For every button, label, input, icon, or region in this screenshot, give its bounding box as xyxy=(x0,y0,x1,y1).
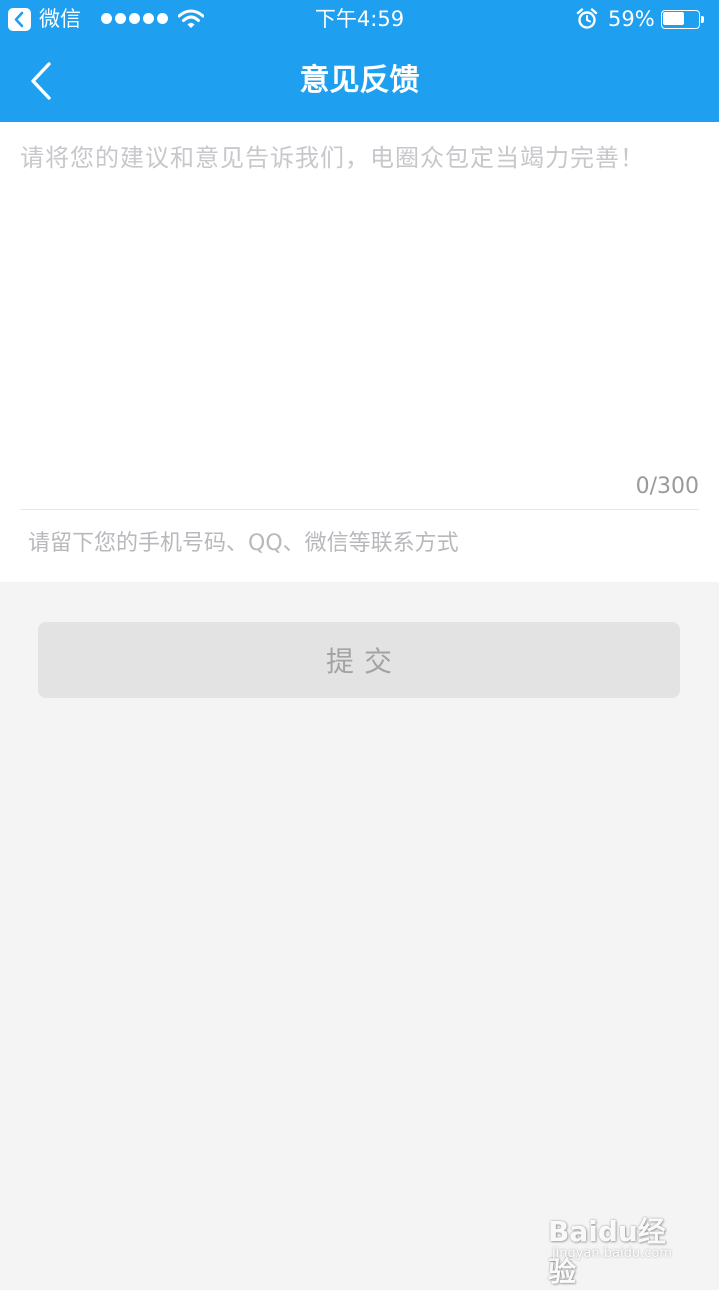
divider xyxy=(20,509,699,510)
submit-button[interactable]: 提交 xyxy=(38,622,680,698)
watermark-url: jingyan.baidu.com xyxy=(552,1246,672,1261)
battery-icon xyxy=(661,10,704,29)
char-counter: 0/300 xyxy=(635,474,699,499)
contact-input[interactable] xyxy=(28,522,698,566)
nav-bar: 意见反馈 xyxy=(0,40,719,122)
feedback-textarea[interactable] xyxy=(20,142,699,472)
baidu-jingyan-watermark: Baidu经验 jingyan.baidu.com xyxy=(548,1196,688,1288)
battery-level-fill xyxy=(663,12,684,25)
battery-percent: 59% xyxy=(608,7,655,31)
feedback-form: 0/300 xyxy=(0,122,719,582)
status-bar: 微信 下午4:59 59% xyxy=(0,0,719,40)
page-title: 意见反馈 xyxy=(299,63,420,98)
alarm-icon xyxy=(576,8,598,34)
